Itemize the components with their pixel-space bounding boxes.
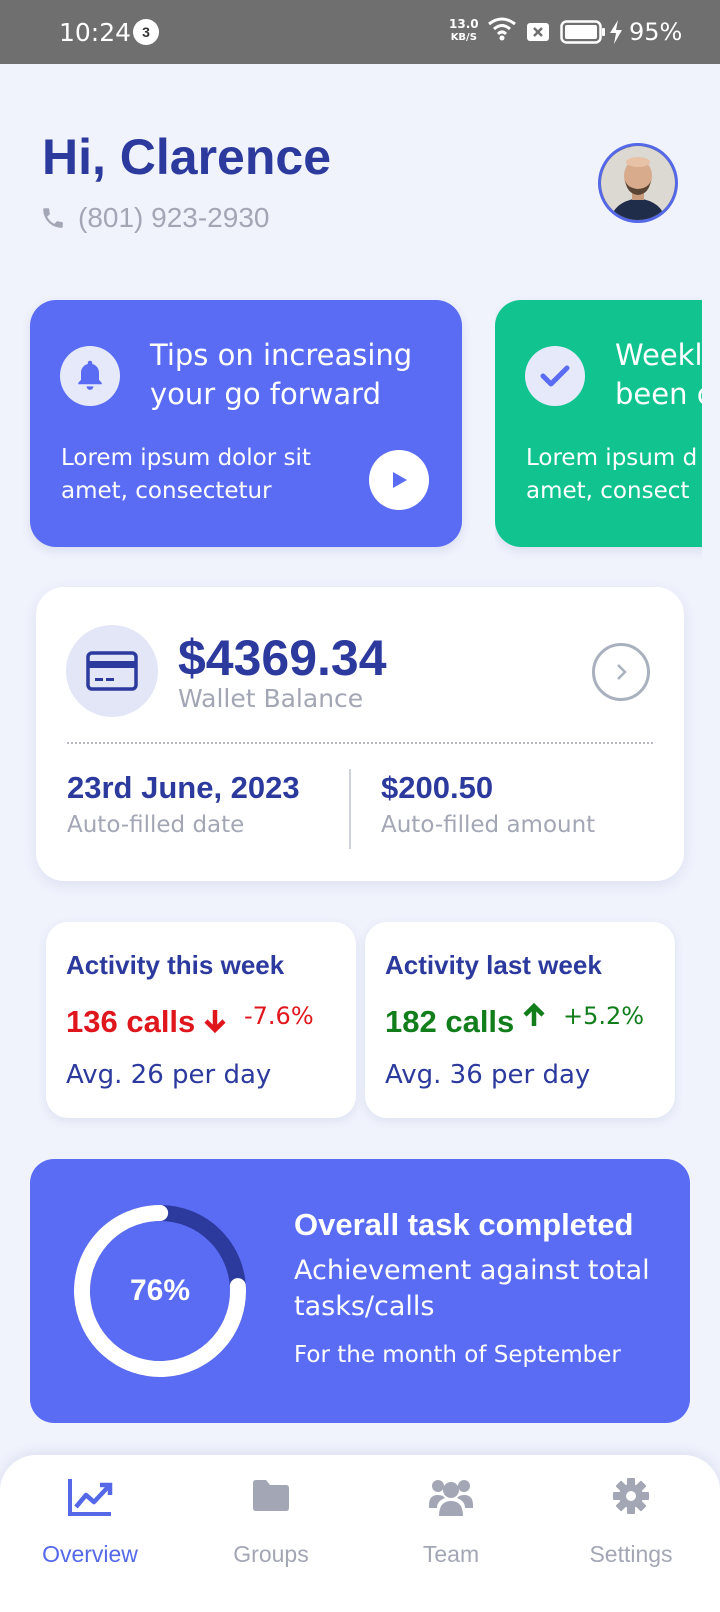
promo-card-weekly[interactable]: Weekl been c Lorem ipsum d amet, consect [495,300,702,547]
activity-title: Activity this week [66,950,285,980]
arrow-up-icon [523,1002,545,1026]
charging-icon [610,20,622,44]
status-time: 10:24 [59,18,132,47]
wifi-icon [488,17,516,41]
phone-icon [43,208,63,228]
network-speed-unit: KB/S [450,32,477,43]
task-period: For the month of September [294,1342,621,1368]
check-icon [525,346,585,406]
play-icon [393,472,407,488]
nav-label: Settings [589,1541,673,1567]
greeting-title: Hi, Clarence [42,129,332,185]
activity-average: Avg. 26 per day [66,1060,272,1090]
arrow-down-icon [204,1010,226,1034]
avatar[interactable] [598,143,678,223]
task-title: Overall task completed [294,1207,634,1242]
wallet-details-button[interactable] [592,643,650,701]
sim-off-icon [527,23,549,41]
task-completion-card[interactable]: 76% Overall task completed Achievement a… [30,1159,690,1423]
network-speed-value: 13.0 [449,17,479,31]
promo-text: Lorem ipsum dolor sit amet, consectetur [61,445,311,504]
folder-icon [253,1480,289,1511]
credit-card-icon [66,625,158,717]
users-icon [429,1480,473,1516]
nav-settings[interactable]: Settings [561,1471,701,1571]
nav-label: Team [422,1541,480,1567]
activity-calls: 182 calls [385,1004,515,1039]
activity-change: +5.2% [563,1002,645,1030]
network-speed: 13.0 KB/S [449,18,479,44]
vertical-divider [349,769,351,849]
nav-label: Groups [233,1541,309,1567]
phone-row: (801) 923-2930 [40,202,269,234]
activity-calls: 136 calls [66,1004,196,1039]
avatar-photo [601,146,675,220]
status-bar: 10:24 3 13.0 KB/S 95% [0,0,720,64]
promo-title-partial: Weekl been c [615,336,702,414]
activity-last-week-card[interactable]: Activity last week 182 calls +5.2% Avg. … [365,922,675,1118]
divider [67,742,653,744]
chart-line-icon [68,1479,113,1516]
task-subtitle: Achievement against total tasks/calls [294,1255,650,1322]
battery-icon [560,20,605,44]
auto-filled-date-value: 23rd June, 2023 [67,770,300,805]
bell-icon [60,346,120,406]
promo-title-line-2: been c [615,377,702,411]
gear-icon [613,1478,649,1514]
promo-text-line-2: amet, consect [526,478,690,504]
nav-label: Overview [42,1541,138,1567]
wallet-card[interactable]: $4369.34 Wallet Balance 23rd June, 2023 … [36,587,684,881]
wallet-balance-label: Wallet Balance [178,684,364,713]
promo-text-partial: Lorem ipsum d amet, consect [526,442,702,508]
nav-team[interactable]: Team [381,1471,521,1571]
promo-text-line-1: Lorem ipsum d [526,445,698,471]
nav-groups[interactable]: Groups [201,1471,341,1571]
auto-filled-amount-label: Auto-filled amount [381,812,596,838]
bottom-nav: Overview Groups Team Settings [0,1455,720,1612]
notification-count-badge: 3 [133,19,159,45]
chevron-right-icon [617,664,627,680]
progress-percent: 76% [129,1274,191,1307]
auto-filled-amount-value: $200.50 [381,770,494,805]
phone-number: (801) 923-2930 [78,202,270,233]
promo-card-tips[interactable]: Tips on increasing your go forward Lorem… [30,300,462,547]
wallet-balance: $4369.34 [178,630,387,686]
promo-title-line-1: Weekl [615,338,702,372]
promo-title: Tips on increasing your go forward [150,338,413,411]
battery-percent: 95% [629,18,683,46]
activity-change: -7.6% [244,1002,314,1030]
nav-overview[interactable]: Overview [20,1471,160,1571]
activity-title: Activity last week [385,950,602,980]
play-button[interactable] [369,450,429,510]
activity-this-week-card[interactable]: Activity this week 136 calls -7.6% Avg. … [46,922,356,1118]
activity-average: Avg. 36 per day [385,1060,591,1090]
promo-card-weekly-clip: Weekl been c Lorem ipsum d amet, consect [495,290,702,560]
auto-filled-date-label: Auto-filled date [67,812,245,838]
